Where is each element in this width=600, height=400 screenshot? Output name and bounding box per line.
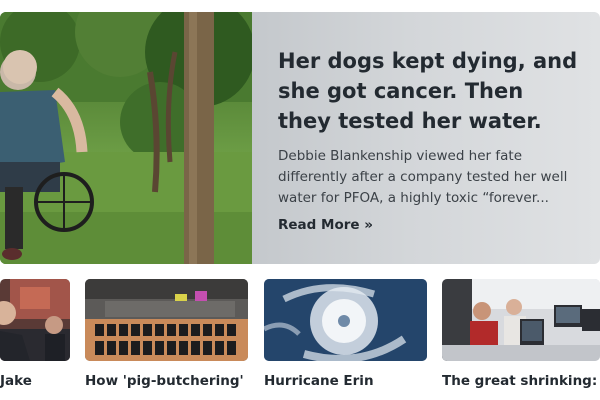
- story-thumbnail[interactable]: [85, 279, 248, 361]
- story-card[interactable]: The great shrinking:: [442, 279, 600, 400]
- news-anchor-photo: [0, 279, 70, 361]
- story-card[interactable]: How 'pig-butchering': [85, 279, 248, 400]
- featured-story[interactable]: Her dogs kept dying, and she got cancer.…: [0, 12, 600, 264]
- featured-story-description: Debbie Blankenship viewed her fate diffe…: [278, 148, 568, 206]
- story-title[interactable]: Jake: [0, 371, 32, 392]
- woman-in-wheelchair-photo: [0, 12, 252, 264]
- story-title[interactable]: The great shrinking:: [442, 371, 597, 392]
- featured-story-image[interactable]: [0, 12, 252, 264]
- featured-story-text: Her dogs kept dying, and she got cancer.…: [252, 12, 600, 264]
- story-title[interactable]: Hurricane Erin: [264, 371, 374, 392]
- story-thumbnail[interactable]: [264, 279, 427, 361]
- story-card[interactable]: Jake: [0, 279, 70, 400]
- story-card[interactable]: Hurricane Erin: [264, 279, 427, 400]
- read-more-link[interactable]: Read More »: [278, 217, 373, 233]
- hurricane-satellite-photo: [264, 279, 427, 361]
- office-workers-photo: [442, 279, 600, 361]
- featured-story-title[interactable]: Her dogs kept dying, and she got cancer.…: [278, 46, 578, 136]
- story-title[interactable]: How 'pig-butchering': [85, 371, 244, 392]
- story-thumbnail[interactable]: [0, 279, 70, 361]
- phones-on-table-photo: [85, 279, 248, 361]
- story-cards: Jake How 'pig-butchering' Hurricane Erin…: [0, 279, 600, 400]
- story-thumbnail[interactable]: [442, 279, 600, 361]
